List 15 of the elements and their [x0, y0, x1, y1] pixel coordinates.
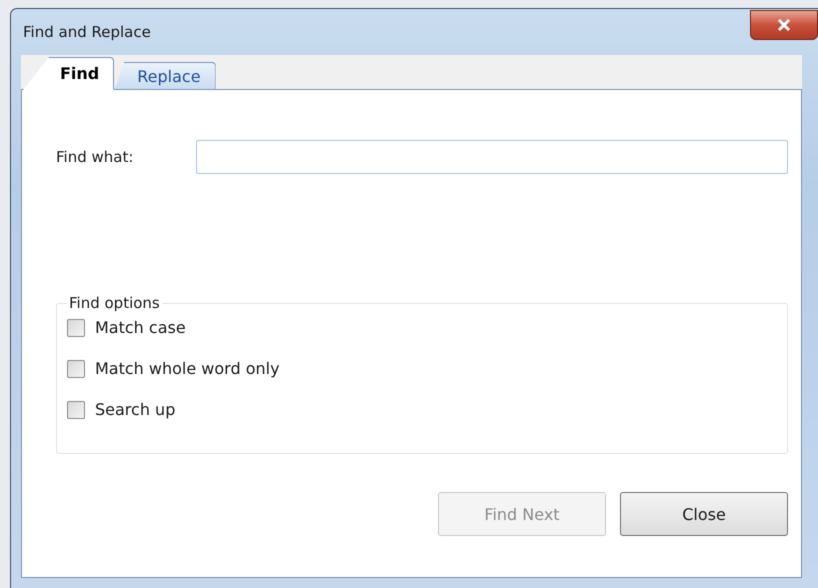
- checkbox[interactable]: [67, 360, 85, 378]
- tab[interactable]: Find: [23, 57, 114, 90]
- close-button[interactable]: [750, 10, 818, 40]
- tab[interactable]: Replace: [114, 62, 216, 90]
- checkbox[interactable]: [67, 400, 85, 418]
- close-dialog-button[interactable]: Close: [620, 492, 788, 536]
- close-icon: [777, 19, 791, 31]
- checkbox-label: Search up: [95, 400, 176, 419]
- checkbox[interactable]: [67, 318, 85, 336]
- checkbox-label: Match whole word only: [95, 359, 280, 378]
- window-title: Find and Replace: [22, 23, 151, 41]
- field-label: Find what:: [56, 148, 134, 166]
- group-title: Find options: [68, 294, 161, 312]
- checkbox-label: Match case: [95, 318, 186, 337]
- find-what-field[interactable]: [196, 140, 788, 174]
